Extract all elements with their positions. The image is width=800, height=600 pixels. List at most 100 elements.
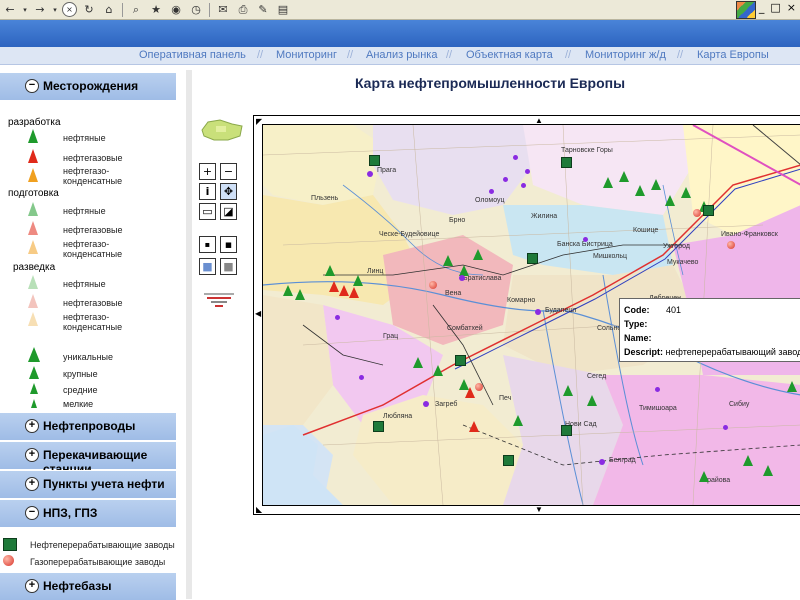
expand-icon[interactable]: + [25,579,39,593]
media-icon[interactable]: ◉ [168,3,184,17]
nav-item-object-map[interactable]: Объектная карта [466,49,553,61]
view-medium-button[interactable]: ▪ [220,236,237,253]
collapse-icon[interactable]: − [25,79,39,93]
city-marker [359,375,364,380]
mail-icon[interactable]: ✉ [215,3,231,17]
oil-field-marker[interactable] [587,395,597,406]
oil-field-marker[interactable] [353,275,363,286]
forward-icon[interactable]: → [32,3,48,17]
close-icon[interactable]: × [787,1,796,14]
oilgas-field-marker[interactable] [465,387,475,398]
edit-icon[interactable]: ✎ [255,3,271,17]
section-header-pumping-stations[interactable]: + Перекачивающие станции [0,441,176,476]
oil-field-marker[interactable] [433,365,443,376]
refinery-marker[interactable] [503,455,514,466]
oil-field-marker[interactable] [295,289,305,300]
print-icon[interactable]: ⎙ [235,3,251,17]
search-icon[interactable]: ⌕ [128,3,144,17]
expand-icon[interactable]: + [25,448,39,462]
oil-field-marker[interactable] [699,471,709,482]
oil-field-icon [28,202,38,216]
condensate-field-icon [28,240,38,254]
map-city-label: Вена [445,290,462,297]
oilgas-field-marker[interactable] [469,421,479,432]
view-large-button[interactable]: ■ [220,258,237,275]
oil-field-marker[interactable] [619,171,629,182]
gas-plant-marker[interactable] [693,209,701,217]
legend-label: Нефтеперерабатывающие заводы [30,540,175,550]
pan-west-icon[interactable]: ◀ [255,309,261,318]
section-header-refineries[interactable]: − НПЗ, ГПЗ [0,499,176,527]
view-small-button[interactable]: ▪ [199,236,216,253]
section-header-fields[interactable]: − Месторождения [0,72,176,100]
oilgas-field-marker[interactable] [339,285,349,296]
home-icon[interactable]: ⌂ [101,3,117,17]
pan-southwest-icon[interactable]: ◣ [256,505,262,514]
refresh-icon[interactable]: ↻ [81,3,97,17]
history-icon[interactable]: ◷ [188,3,204,17]
oil-field-marker[interactable] [763,465,773,476]
nav-item-monitoring[interactable]: Мониторинг [276,49,337,61]
expand-icon[interactable]: + [25,477,39,491]
oil-field-marker[interactable] [473,249,483,260]
minimize-icon[interactable]: _ [759,1,765,14]
nav-item-market-analysis[interactable]: Анализ рынка [366,49,437,61]
refinery-marker[interactable] [455,355,466,366]
view-blue-button[interactable]: ■ [199,258,216,275]
maximize-icon[interactable]: □ [770,1,780,14]
layers-button[interactable]: ◪ [220,203,237,220]
city-marker [521,183,526,188]
expand-icon[interactable]: + [25,419,39,433]
chevron-down-icon[interactable]: ▾ [52,3,58,17]
pan-south-icon[interactable]: ▼ [535,505,543,514]
section-header-pipelines[interactable]: + Нефтепроводы [0,412,176,440]
refinery-marker[interactable] [703,205,714,216]
refinery-marker[interactable] [561,425,572,436]
section-header-oil-depots[interactable]: + Нефтебазы [0,572,176,600]
oil-field-marker[interactable] [635,185,645,196]
oil-field-marker[interactable] [325,265,335,276]
oil-field-marker[interactable] [651,179,661,190]
refinery-marker[interactable] [527,253,538,264]
splitter[interactable] [186,70,192,599]
favorites-icon[interactable]: ★ [148,3,164,17]
oil-field-marker[interactable] [413,357,423,368]
section-header-metering-points[interactable]: + Пункты учета нефти [0,470,176,498]
oil-field-marker[interactable] [665,195,675,206]
refinery-marker[interactable] [561,157,572,168]
discuss-icon[interactable]: ▤ [275,3,291,17]
gas-plant-marker[interactable] [429,281,437,289]
oil-field-marker[interactable] [283,285,293,296]
refinery-marker[interactable] [373,421,384,432]
nav-item-operational-panel[interactable]: Оперативная панель [139,49,246,61]
select-button[interactable]: ▭ [199,203,216,220]
popup-code-label: Code: [624,305,650,315]
pan-button[interactable]: ✥ [220,183,237,200]
oil-field-marker[interactable] [743,455,753,466]
overview-map-icon[interactable] [200,118,244,142]
oil-field-marker[interactable] [513,415,523,426]
map-city-label: Брно [449,217,466,224]
oil-field-marker[interactable] [787,381,797,392]
nav-item-europe-map[interactable]: Карта Европы [697,49,769,61]
back-icon[interactable]: ← [2,3,18,17]
chevron-down-icon[interactable]: ▾ [22,3,28,17]
zoom-out-button[interactable]: − [220,163,237,180]
stop-icon[interactable]: × [62,2,77,17]
zoom-in-button[interactable]: + [199,163,216,180]
oil-field-marker[interactable] [603,177,613,188]
map-city-label: Прага [377,167,397,174]
map-city-label: Братислава [463,275,502,282]
gas-plant-marker[interactable] [727,241,735,249]
gas-plant-marker[interactable] [475,383,483,391]
nav-item-rail-monitoring[interactable]: Мониторинг ж/д [585,49,666,61]
oilgas-field-marker[interactable] [349,287,359,298]
oil-field-marker[interactable] [443,255,453,266]
info-button[interactable]: i [199,183,216,200]
collapse-icon[interactable]: − [25,506,39,520]
oilgas-field-marker[interactable] [329,281,339,292]
city-marker [335,315,340,320]
refinery-marker[interactable] [369,155,380,166]
oil-field-marker[interactable] [681,187,691,198]
oil-field-marker[interactable] [563,385,573,396]
